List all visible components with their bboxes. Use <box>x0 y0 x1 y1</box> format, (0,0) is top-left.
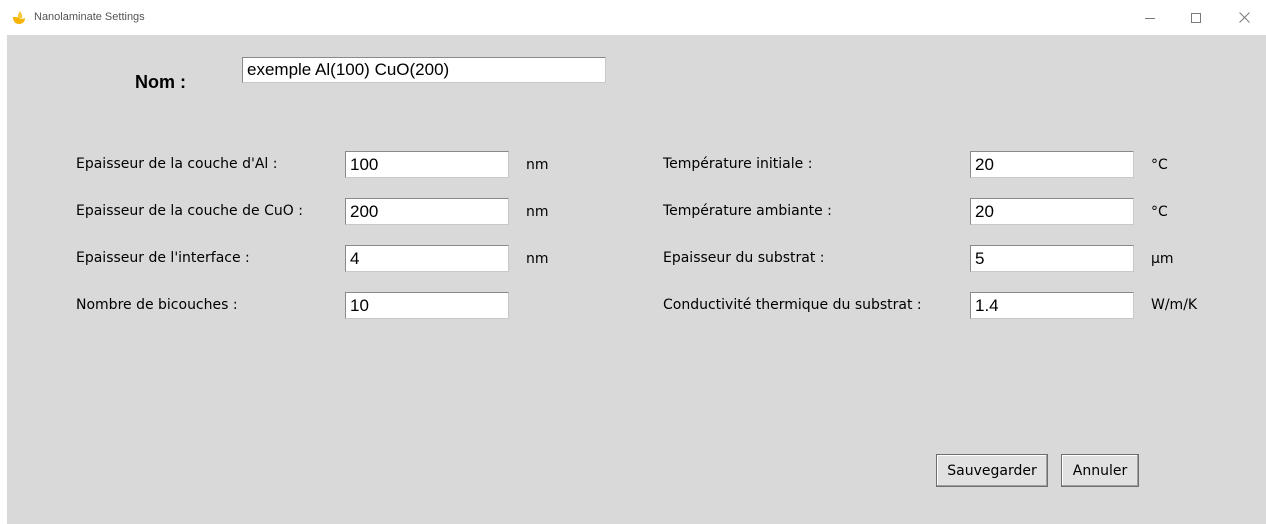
ambient-temperature-input[interactable] <box>970 198 1134 225</box>
initial-temperature-unit: °C <box>1151 157 1168 173</box>
settings-panel <box>7 35 1266 524</box>
initial-temperature-input[interactable] <box>970 151 1134 178</box>
save-button[interactable]: Sauvegarder <box>936 454 1048 487</box>
maximize-button[interactable] <box>1174 0 1218 35</box>
title-bar: Nanolaminate Settings <box>0 0 1266 35</box>
cuo-thickness-input[interactable] <box>345 198 509 225</box>
bilayer-count-input[interactable] <box>345 292 509 319</box>
substrate-thickness-input[interactable] <box>970 245 1134 272</box>
window-title: Nanolaminate Settings <box>34 11 145 23</box>
substrate-conductivity-input[interactable] <box>970 292 1134 319</box>
substrate-thickness-unit: µm <box>1151 251 1174 267</box>
close-button[interactable] <box>1222 0 1266 35</box>
minimize-icon <box>1145 13 1155 23</box>
substrate-conductivity-unit: W/m/K <box>1151 297 1198 313</box>
flame-icon <box>11 10 27 26</box>
close-icon <box>1238 12 1250 23</box>
cuo-thickness-unit: nm <box>526 204 549 220</box>
al-thickness-unit: nm <box>526 157 549 173</box>
substrate-thickness-label: Epaisseur du substrat : <box>663 250 825 266</box>
name-input[interactable] <box>242 57 606 83</box>
al-thickness-label: Epaisseur de la couche d'Al : <box>76 156 278 172</box>
maximize-icon <box>1191 12 1201 23</box>
substrate-conductivity-label: Conductivité thermique du substrat : <box>663 297 922 313</box>
interface-thickness-input[interactable] <box>345 245 509 272</box>
ambient-temperature-unit: °C <box>1151 204 1168 220</box>
ambient-temperature-label: Température ambiante : <box>663 203 832 219</box>
al-thickness-input[interactable] <box>345 151 509 178</box>
cuo-thickness-label: Epaisseur de la couche de CuO : <box>76 203 303 219</box>
initial-temperature-label: Température initiale : <box>663 156 813 172</box>
name-label: Nom : <box>135 72 186 92</box>
interface-thickness-unit: nm <box>526 251 549 267</box>
bilayer-count-label: Nombre de bicouches : <box>76 297 238 313</box>
minimize-button[interactable] <box>1128 0 1172 35</box>
interface-thickness-label: Epaisseur de l'interface : <box>76 250 250 266</box>
cancel-button[interactable]: Annuler <box>1061 454 1139 487</box>
